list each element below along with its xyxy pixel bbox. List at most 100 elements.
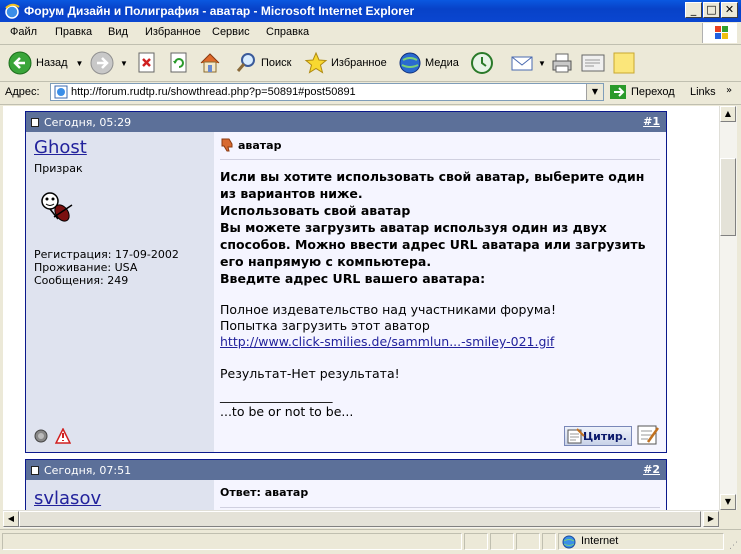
ie-icon xyxy=(5,3,20,19)
mail-dropdown-icon[interactable]: ▼ xyxy=(538,59,546,68)
menu-file[interactable]: Файл xyxy=(10,26,37,38)
refresh-button[interactable] xyxy=(168,49,190,77)
status-segment xyxy=(516,533,540,550)
username-link[interactable]: Ghost xyxy=(34,137,87,158)
internet-zone-icon xyxy=(562,535,576,549)
menu-bar: Файл Правка Вид Избранное Сервис Справка xyxy=(0,22,741,45)
status-text xyxy=(2,533,462,550)
print-button[interactable] xyxy=(550,49,574,77)
address-dropdown-icon[interactable]: ▼ xyxy=(586,84,603,100)
user-location: Проживание: USA xyxy=(34,261,138,274)
maximize-button[interactable]: □ xyxy=(703,2,720,18)
media-label: Медиа xyxy=(425,57,459,69)
close-button[interactable]: ✕ xyxy=(721,2,738,18)
post-line: Использовать свой аватар xyxy=(220,203,411,218)
scroll-up-icon[interactable]: ▲ xyxy=(720,106,736,122)
forward-dropdown-icon[interactable]: ▼ xyxy=(120,59,128,68)
notes-button[interactable] xyxy=(612,49,636,77)
refresh-icon xyxy=(170,52,187,73)
post-line: Попытка загрузить этот аватор xyxy=(220,318,430,333)
post-line: Введите адрес URL вашего аватара: xyxy=(220,271,486,286)
menu-help[interactable]: Справка xyxy=(266,26,309,38)
signature-divider: __________________ xyxy=(220,388,333,403)
address-label: Адрес: xyxy=(5,86,40,98)
mail-button[interactable]: ▼ xyxy=(510,49,546,77)
forward-button[interactable]: ▼ xyxy=(90,49,128,77)
back-button[interactable]: Назад ▼ xyxy=(8,49,83,77)
search-button[interactable]: Поиск xyxy=(236,49,291,77)
address-bar: Адрес: http://forum.rudtp.ru/showthread.… xyxy=(0,82,741,105)
scroll-thumb[interactable] xyxy=(720,158,736,236)
post-line: Результат-Нет результата! xyxy=(220,366,400,381)
title-divider xyxy=(220,507,660,508)
windows-logo-icon xyxy=(702,23,737,43)
menu-view[interactable]: Вид xyxy=(108,26,128,38)
minimize-button[interactable]: _ xyxy=(685,2,702,18)
printer-icon xyxy=(552,53,572,73)
quote-label: Цитир. xyxy=(582,429,627,443)
favorites-button[interactable]: Избранное xyxy=(304,49,387,77)
star-icon xyxy=(304,51,328,74)
post-title: Ответ: аватар xyxy=(220,486,308,499)
resize-grip-icon[interactable]: ⋰ xyxy=(729,541,738,551)
stop-button[interactable] xyxy=(136,49,158,77)
address-input[interactable]: http://forum.rudtp.ru/showthread.php?p=5… xyxy=(50,83,604,101)
home-icon xyxy=(200,53,220,73)
menu-edit[interactable]: Правка xyxy=(55,26,92,38)
menu-tools[interactable]: Сервис xyxy=(212,26,250,38)
page-icon xyxy=(54,85,68,99)
title-bar: Форум Дизайн и Полиграфия - аватар - Mic… xyxy=(0,0,741,22)
media-icon xyxy=(399,52,421,74)
post-number-link[interactable]: #2 xyxy=(643,463,660,476)
media-button[interactable]: Медиа xyxy=(398,49,459,77)
online-status-icon xyxy=(34,429,48,443)
post-number-link[interactable]: #1 xyxy=(643,115,660,128)
user-info: Регистрация: 17-09-2002 Проживание: USA … xyxy=(34,248,179,287)
avatar-url-link[interactable]: http://www.click-smilies.de/sammlun...-s… xyxy=(220,334,660,350)
scroll-thumb-horizontal[interactable] xyxy=(19,511,701,527)
search-icon xyxy=(236,53,255,72)
favorites-label: Избранное xyxy=(331,57,387,69)
back-dropdown-icon[interactable]: ▼ xyxy=(76,59,84,68)
post-line: Вы можете загрузить аватар используя оди… xyxy=(220,220,646,269)
window-title: Форум Дизайн и Полиграфия - аватар - Mic… xyxy=(24,4,415,18)
note-icon xyxy=(613,52,635,74)
zone-label: Internet xyxy=(581,535,619,547)
home-button[interactable] xyxy=(198,49,222,77)
mail-icon xyxy=(511,56,533,71)
post-line: Полное издевательство над участниками фо… xyxy=(220,302,556,317)
go-arrow-icon xyxy=(610,85,626,99)
post-text: Полное издевательство над участниками фо… xyxy=(220,302,660,420)
go-button[interactable]: Переход xyxy=(609,84,675,100)
edit-page-icon xyxy=(581,54,605,72)
user-title: Призрак xyxy=(34,162,83,175)
post-title-text: Ответ: аватар xyxy=(220,486,309,499)
post-line: Исли вы хотите использовать свой аватар,… xyxy=(220,169,645,201)
links-button[interactable]: Links xyxy=(690,86,716,98)
links-chevron-icon[interactable]: » xyxy=(726,85,732,96)
post-header: Сегодня, 07:51 #2 xyxy=(26,460,666,480)
quote-button[interactable]: Цитир. xyxy=(564,426,632,446)
back-arrow-icon xyxy=(8,51,32,75)
avatar xyxy=(41,192,73,222)
quote-icon xyxy=(567,428,585,444)
post-title-text: аватар xyxy=(238,138,282,152)
report-warning-icon[interactable] xyxy=(55,428,71,444)
scroll-right-icon[interactable]: ▶ xyxy=(703,511,719,527)
forward-arrow-icon xyxy=(90,51,114,75)
address-url: http://forum.rudtp.ru/showthread.php?p=5… xyxy=(71,86,356,98)
history-button[interactable] xyxy=(470,49,494,77)
scroll-down-icon[interactable]: ▼ xyxy=(720,494,736,510)
username-link[interactable]: svlasov xyxy=(34,488,101,509)
vertical-scrollbar[interactable]: ▲ ▼ xyxy=(719,106,737,510)
post-header: Сегодня, 05:29 #1 xyxy=(26,112,666,132)
horizontal-scrollbar[interactable]: ◀ ▶ xyxy=(3,510,719,528)
search-label: Поиск xyxy=(261,57,292,69)
edit-post-icon[interactable] xyxy=(636,424,660,446)
menu-favorites[interactable]: Избранное xyxy=(145,26,201,38)
toolbar: Назад ▼ ▼ Поиск Избранное Медиа ▼ xyxy=(0,45,741,82)
scroll-left-icon[interactable]: ◀ xyxy=(3,511,19,527)
edit-page-button[interactable] xyxy=(580,49,606,77)
post-date: Сегодня, 05:29 xyxy=(44,116,132,129)
post-icon xyxy=(31,118,39,127)
